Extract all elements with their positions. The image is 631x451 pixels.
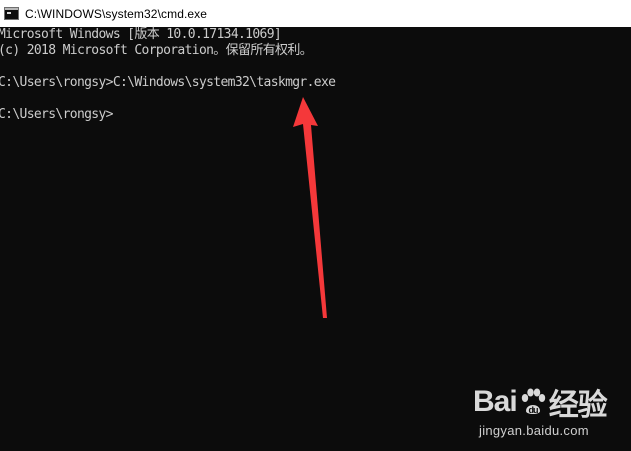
watermark-logo-right: 经验 — [548, 389, 608, 422]
svg-text:du: du — [528, 405, 537, 415]
cmd-window: C:\WINDOWS\system32\cmd.exe Microsoft Wi… — [0, 0, 631, 451]
cmd-console-icon[interactable] — [4, 7, 19, 20]
watermark-logo: Bai du 经验 — [473, 383, 608, 422]
paw-icon: du — [521, 388, 545, 415]
console-line-copyright: (c) 2018 Microsoft Corporation。保留所有权利。 — [0, 43, 313, 58]
title-bar[interactable]: C:\WINDOWS\system32\cmd.exe — [0, 0, 631, 27]
console-line-version: Microsoft Windows [版本 10.0.17134.1069] — [0, 27, 282, 42]
console-line-prompt: C:\Users\rongsy> — [0, 107, 113, 122]
window-title: C:\WINDOWS\system32\cmd.exe — [25, 6, 208, 21]
watermark-url: jingyan.baidu.com — [479, 423, 589, 438]
baidu-jingyan-watermark: Bai du 经验 jingyan.baidu.com — [473, 381, 623, 445]
watermark-logo-left: Bai — [473, 385, 518, 418]
console-line-command: C:\Users\rongsy>C:\Windows\system32\task… — [0, 75, 336, 90]
